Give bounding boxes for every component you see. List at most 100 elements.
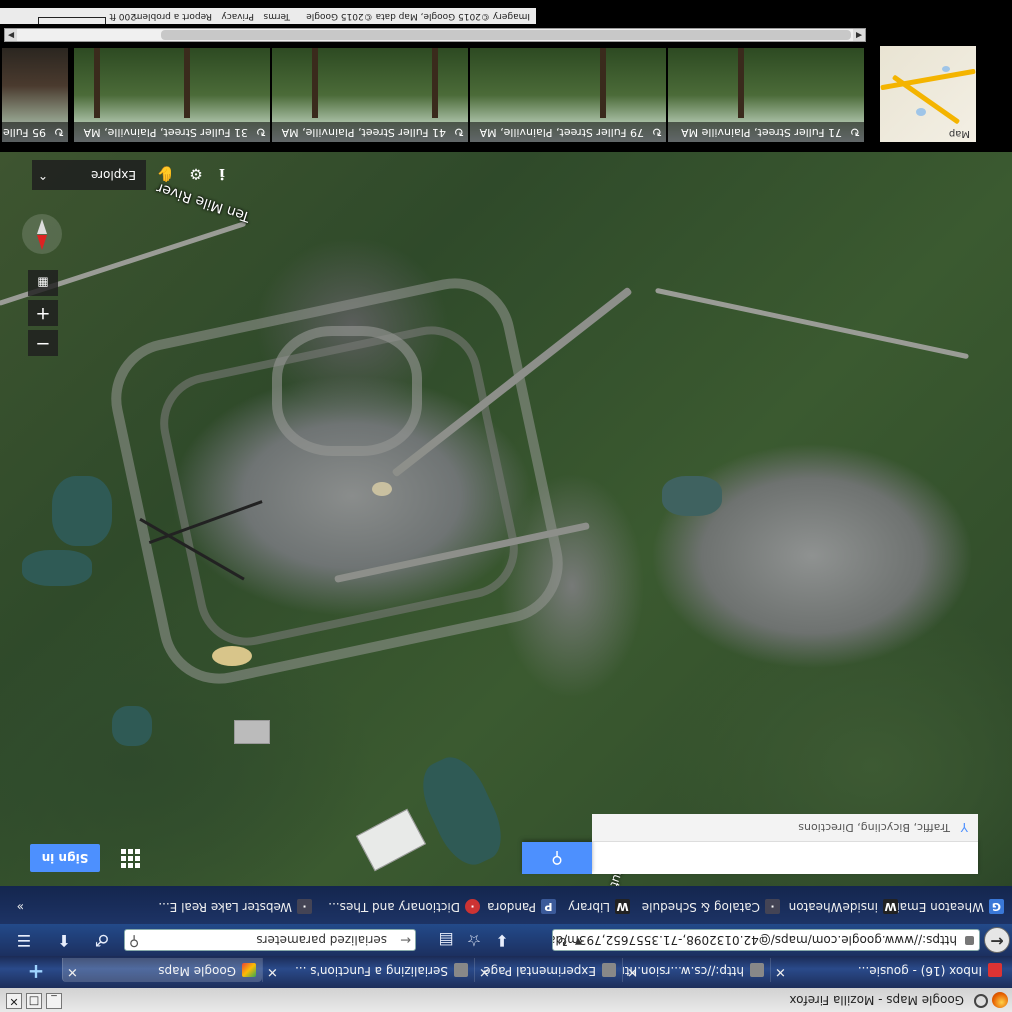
- page-icon: [750, 963, 764, 977]
- tab-label: Google Maps: [158, 964, 236, 978]
- url-text: https://www.google.com/maps/@42.0132098,…: [552, 933, 957, 947]
- more-bookmarks-chevron-icon[interactable]: »: [17, 900, 24, 914]
- search-icon: ⚲: [551, 849, 563, 868]
- google-icon: G: [989, 899, 1004, 914]
- photo-caption: 79 Fuller Street, Plainville, MA: [479, 126, 644, 139]
- photo-caption: 41 Fuller Street, Plainville, MA: [281, 126, 446, 139]
- search-bar[interactable]: ← serialized parameters ⚲: [124, 929, 416, 951]
- maximize-button[interactable]: □: [26, 993, 42, 1009]
- chevron-up-icon[interactable]: ⌃: [32, 160, 54, 190]
- bookmark-label: Pandora: [487, 900, 536, 914]
- search-engine-icon[interactable]: ←: [400, 932, 411, 947]
- system-menu-icon[interactable]: [974, 994, 988, 1008]
- home-arrow-icon[interactable]: ⬆: [54, 930, 74, 950]
- sign-in-button[interactable]: Sign in: [30, 844, 100, 872]
- imagery-credit: Imagery ©2015 Google, Map data ©2015 Goo…: [306, 11, 530, 21]
- apps-grid-icon[interactable]: [120, 848, 140, 868]
- page-icon: ·: [297, 899, 312, 914]
- scale-label: 200 ft: [109, 11, 136, 21]
- url-bar[interactable]: https://www.google.com/maps/@42.0132098,…: [552, 929, 980, 951]
- close-icon[interactable]: ✕: [67, 964, 78, 979]
- photosphere-icon: ↻: [53, 125, 64, 139]
- traffic-suggestion[interactable]: Y Traffic, Bicycling, Directions: [592, 814, 978, 842]
- building: [234, 720, 270, 744]
- zoom-in-button[interactable]: +: [28, 300, 58, 326]
- gmail-icon: [988, 963, 1002, 977]
- photosphere-icon: ↻: [651, 125, 662, 139]
- tab-strip: Inbox (16) - gousie... ✕ http://cs.w...r…: [0, 956, 1012, 988]
- photosphere-icon: ↻: [849, 125, 860, 139]
- info-icon[interactable]: ℹ: [212, 164, 232, 184]
- minimize-button[interactable]: _: [46, 993, 62, 1009]
- gear-icon[interactable]: ⚙: [186, 164, 206, 184]
- dropdown-arrow-icon[interactable]: ▼: [575, 936, 582, 946]
- tab-label: Experimental Page: [483, 964, 596, 978]
- satellite-map[interactable]: Ten Mile River Walnut ⚲ Y Traffic, Bicyc…: [0, 152, 1012, 886]
- close-window-button[interactable]: ✕: [6, 993, 22, 1009]
- bookmark-wheaton-email[interactable]: G Wheaton Email: [893, 899, 1004, 914]
- bookmark-dictionary[interactable]: · Dictionary and Thes...: [328, 899, 480, 914]
- close-icon[interactable]: ✕: [775, 964, 786, 979]
- access-road: [654, 287, 970, 360]
- page-icon: [454, 963, 468, 977]
- photo-thumbnail[interactable]: ↻ 71 Fuller Street, Plainville MA: [668, 48, 864, 142]
- tab-cs-version[interactable]: http://cs.w...rsion.html# ✕: [622, 958, 770, 982]
- dictionary-icon: ·: [465, 899, 480, 914]
- page-icon: ·: [765, 899, 780, 914]
- reload-icon[interactable]: ↻: [557, 933, 568, 948]
- scroll-right-arrow-icon[interactable]: ▶: [5, 29, 17, 41]
- scrollbar-thumb[interactable]: [161, 30, 851, 40]
- tab-google-maps[interactable]: Google Maps ✕: [62, 958, 262, 982]
- warehouse-building: [356, 808, 426, 872]
- maps-search-box[interactable]: [592, 842, 978, 874]
- scroll-left-arrow-icon[interactable]: ◀: [853, 29, 865, 41]
- tools-icon[interactable]: ♂: [92, 930, 112, 950]
- search-icon[interactable]: ⚲: [129, 933, 139, 949]
- download-icon[interactable]: ⬇: [492, 930, 512, 950]
- explore-bar: ℹ ⚙ ✋ Explore ⌃: [32, 160, 232, 190]
- bookmark-label: Dictionary and Thes...: [328, 900, 460, 914]
- rotated-screen: Google Maps - Mozilla Firefox _ □ ✕ Inbo…: [0, 0, 1012, 1012]
- bookmark-catalog[interactable]: · Catalog & Schedule: [642, 899, 780, 914]
- photo-caption: 95 Fuller: [2, 126, 46, 139]
- bookmark-insidewheaton[interactable]: W insideWheaton: [789, 899, 898, 914]
- photo-thumbnail[interactable]: ↻ 79 Fuller Street, Plainville, MA: [470, 48, 666, 142]
- report-problem-link[interactable]: Report a problem: [134, 8, 212, 24]
- map-attribution: Imagery ©2015 Google, Map data ©2015 Goo…: [0, 8, 536, 24]
- tab-inbox[interactable]: Inbox (16) - gousie... ✕: [770, 958, 1008, 982]
- explore-label[interactable]: Explore: [54, 160, 146, 190]
- maps-search-button[interactable]: ⚲: [522, 842, 592, 874]
- photo-thumbnail[interactable]: ↻ 41 Fuller Street, Plainville, MA: [272, 48, 468, 142]
- imagery-toggle-icon[interactable]: ▦: [28, 270, 58, 296]
- maps-search-input[interactable]: [592, 842, 978, 874]
- zoom-out-button[interactable]: −: [28, 330, 58, 356]
- bookmark-label: Wheaton Email: [893, 900, 984, 914]
- bookmark-library[interactable]: W Library: [568, 899, 630, 914]
- back-button[interactable]: ←: [984, 927, 1010, 953]
- terms-link[interactable]: Terms: [263, 8, 290, 24]
- bookmark-pandora[interactable]: P Pandora: [487, 899, 556, 914]
- close-icon[interactable]: ✕: [627, 964, 638, 979]
- photo-thumbnail[interactable]: ↻ 31 Fuller Street, Plainville, MA: [74, 48, 270, 142]
- close-icon[interactable]: ✕: [267, 964, 278, 979]
- map-thumbnail[interactable]: Map: [880, 46, 976, 142]
- pit-water: [662, 476, 722, 516]
- close-icon[interactable]: ✕: [479, 964, 490, 979]
- compass-icon[interactable]: [22, 214, 62, 254]
- pegman-hand-icon[interactable]: ✋: [156, 164, 176, 184]
- tab-experimental[interactable]: Experimental Page ✕: [474, 958, 622, 982]
- filmstrip-scrollbar[interactable]: ◀ ▶: [4, 28, 866, 42]
- new-tab-button[interactable]: +: [25, 960, 47, 984]
- bookmark-webster-lake[interactable]: · Webster Lake Real E...: [158, 899, 312, 914]
- privacy-link[interactable]: Privacy: [221, 8, 254, 24]
- bookmark-label: Library: [568, 900, 610, 914]
- menu-icon[interactable]: ☰: [14, 930, 34, 950]
- photo-thumbnail[interactable]: ↻ 95 Fuller: [2, 48, 68, 142]
- bookmark-star-icon[interactable]: ☆: [464, 930, 484, 950]
- sand-pile: [372, 482, 392, 496]
- tab-label: Inbox (16) - gousie...: [857, 964, 982, 978]
- firefox-icon: [992, 992, 1008, 1008]
- photo-filmstrip: Map ↻ 71 Fuller Street, Plainville MA ↻ 79…: [0, 0, 1012, 152]
- reading-list-icon[interactable]: ▤: [436, 930, 456, 950]
- tab-serializing[interactable]: Serializing a Function's ... ✕: [262, 958, 474, 982]
